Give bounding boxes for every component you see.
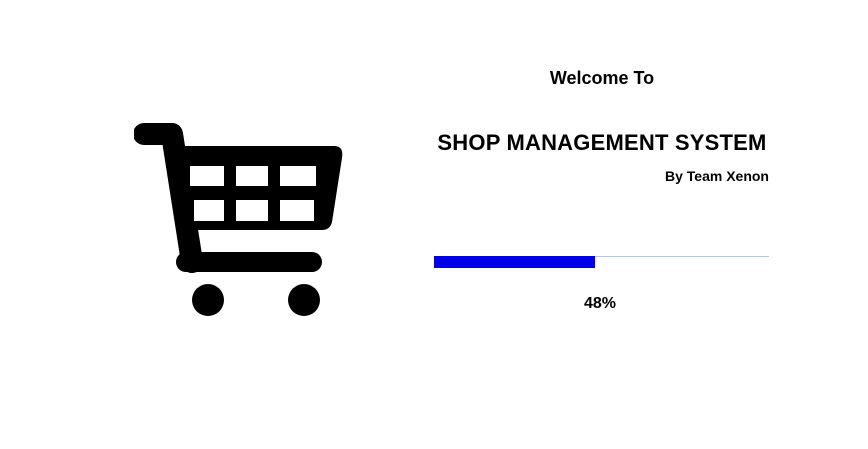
progress-bar-fill bbox=[434, 256, 595, 268]
splash-screen: Welcome To SHOP MANAGEMENT SYSTEM By Tea… bbox=[0, 0, 868, 449]
team-byline: By Team Xenon bbox=[665, 168, 769, 184]
app-title: SHOP MANAGEMENT SYSTEM bbox=[437, 130, 767, 155]
progress-percent-label: 48% bbox=[583, 295, 617, 312]
shopping-cart-icon bbox=[134, 123, 343, 316]
welcome-heading: Welcome To bbox=[549, 68, 655, 88]
